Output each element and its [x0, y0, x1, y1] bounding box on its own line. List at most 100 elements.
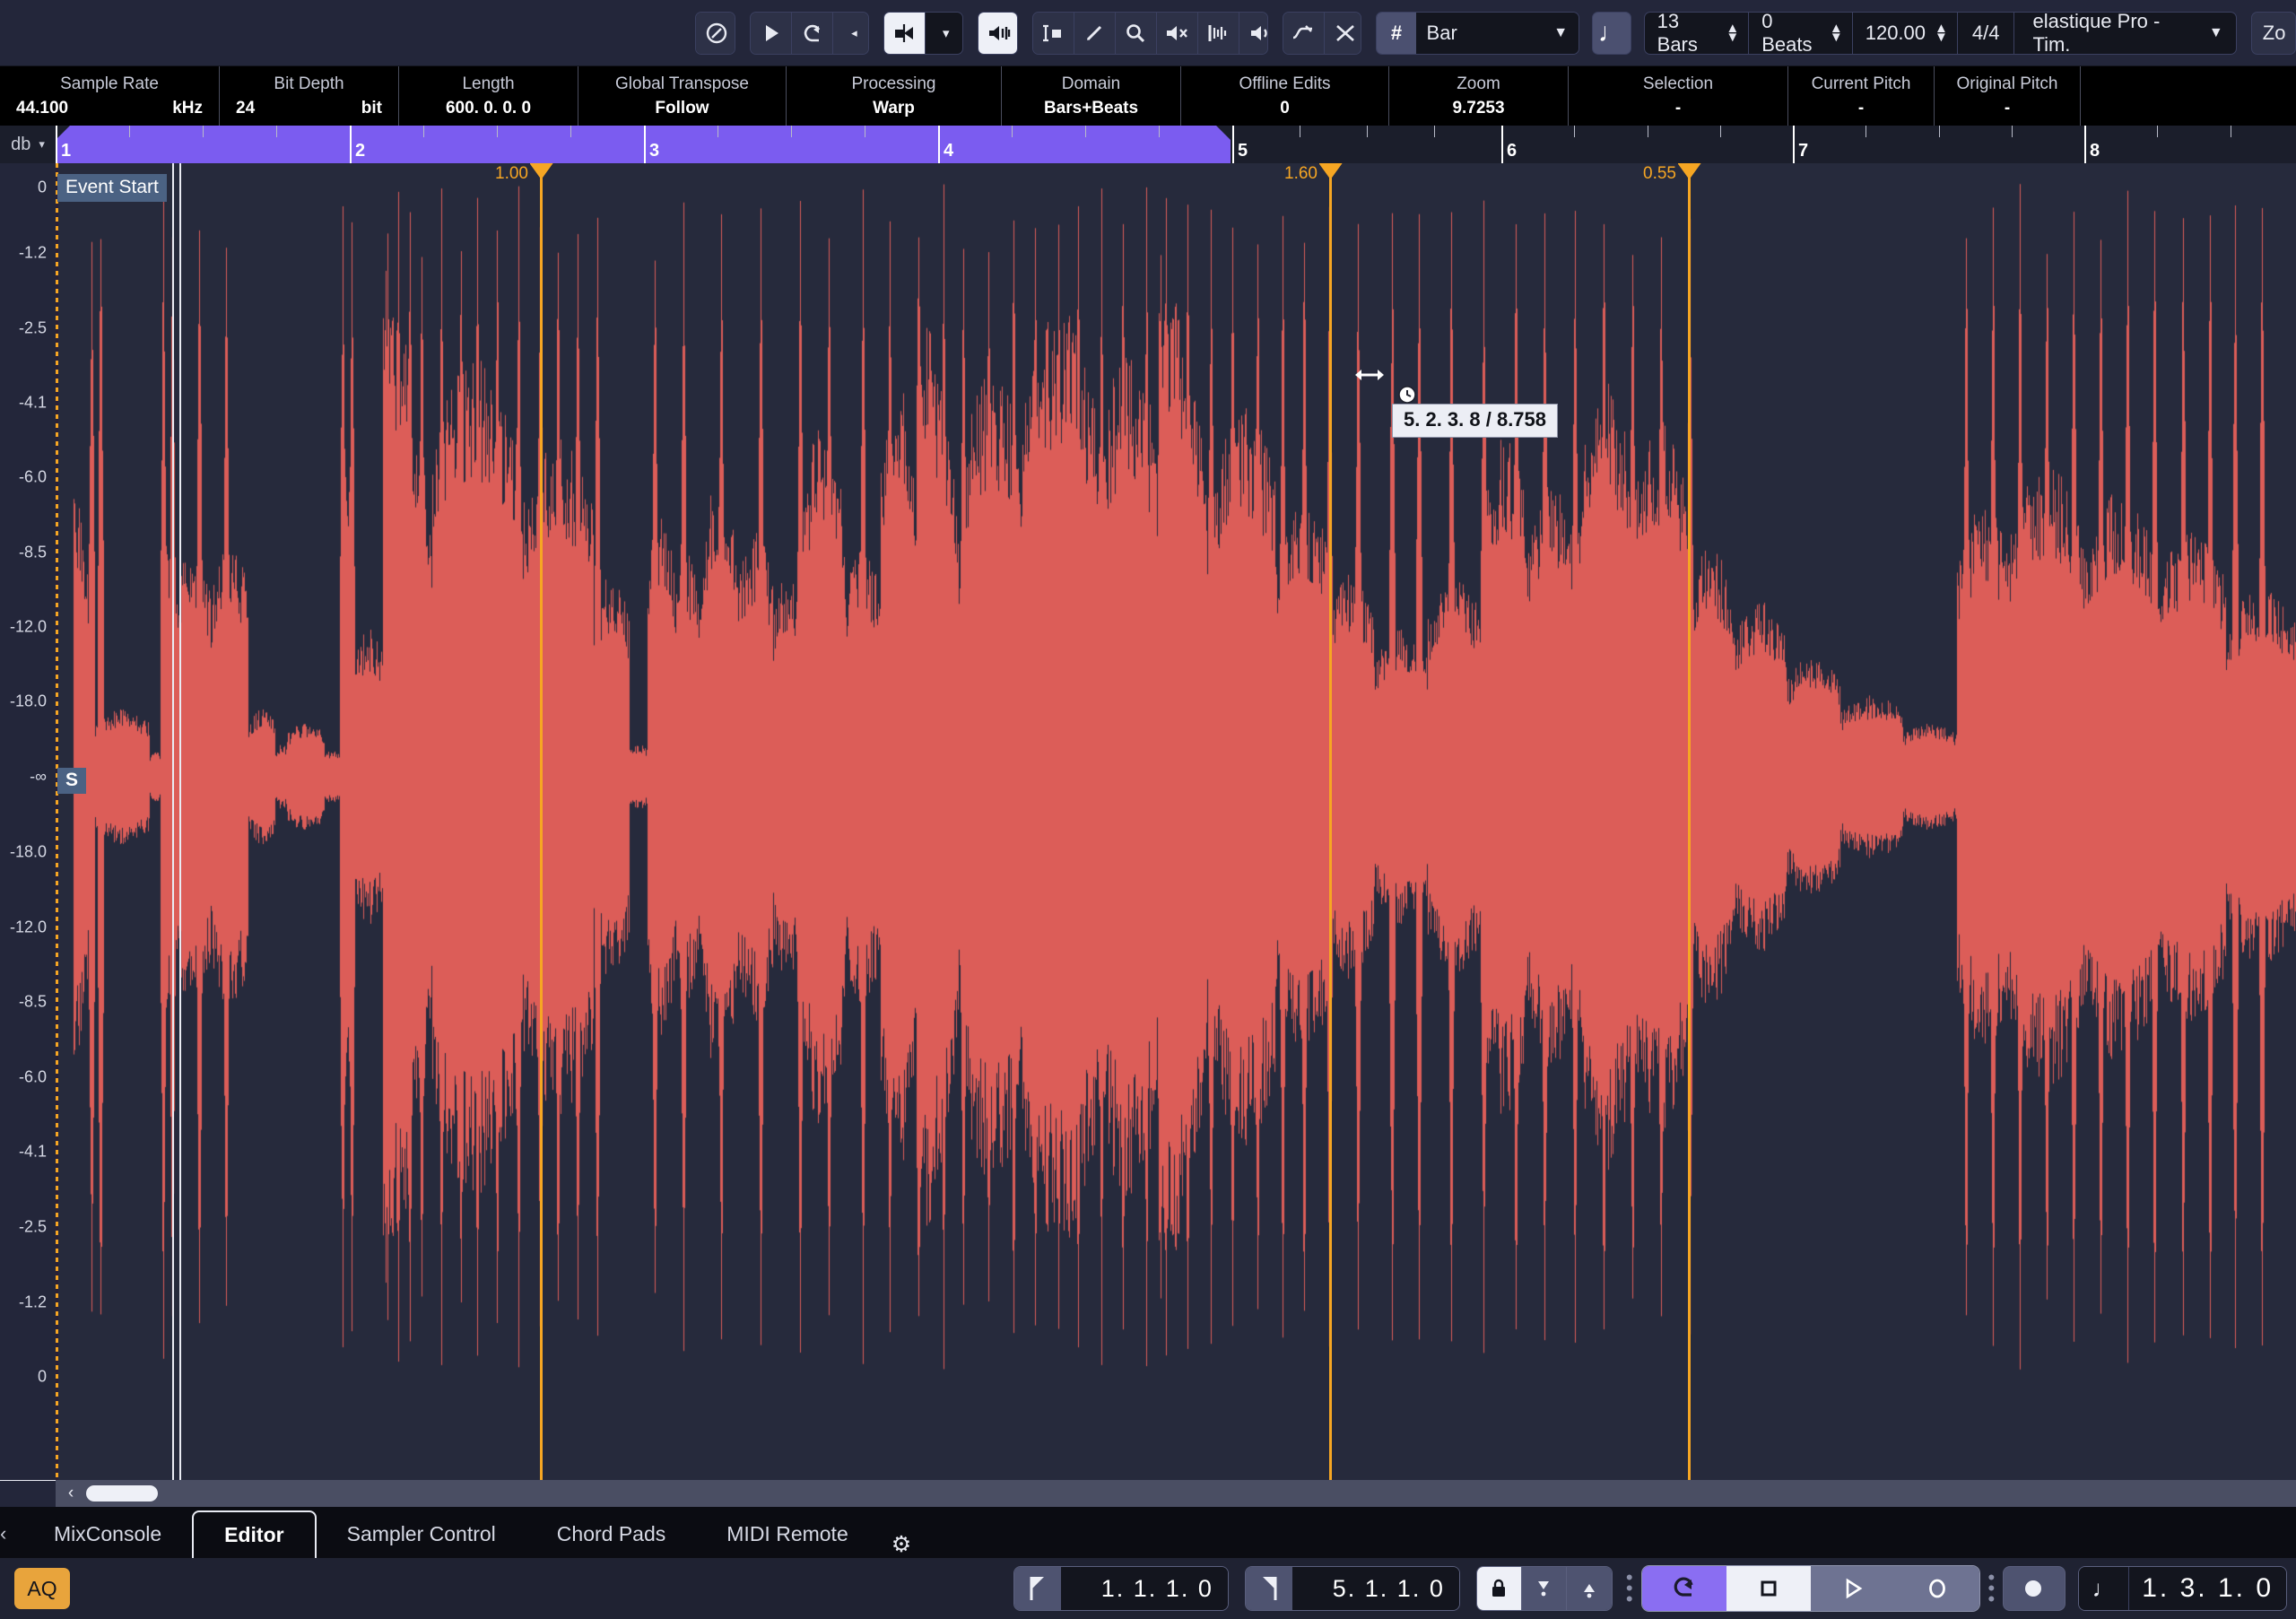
tempo-stepper[interactable]: ▲ ▼: [1935, 22, 1948, 44]
transport-drag-handle-right[interactable]: • • •: [1980, 1567, 2004, 1608]
horizontal-scrollbar[interactable]: ‹: [56, 1480, 2296, 1507]
tempo-field[interactable]: 120.00 ▲ ▼: [1851, 11, 1957, 55]
info-cell-label: Zoom: [1457, 74, 1500, 93]
record-button[interactable]: [1894, 1566, 1979, 1611]
scrollbar-thumb[interactable]: [86, 1485, 158, 1501]
info-cell-processing[interactable]: Processing Warp: [787, 66, 1002, 126]
beats-stepper[interactable]: ▲ ▼: [1830, 22, 1843, 44]
tab-midi-remote[interactable]: MIDI Remote: [696, 1510, 878, 1558]
quantize-note-button[interactable]: ♩: [1592, 11, 1631, 55]
zoom-section-button[interactable]: Zo: [2250, 11, 2296, 55]
info-cell-value: Follow: [655, 98, 709, 118]
mute-tool-icon[interactable]: [1156, 12, 1198, 54]
right-locator-value[interactable]: 5. 1. 1. 0: [1292, 1567, 1459, 1610]
tabbar-chevron-icon[interactable]: ‹: [0, 1522, 23, 1558]
range-tool-icon[interactable]: [1032, 12, 1074, 54]
gear-icon[interactable]: ⚙: [879, 1531, 931, 1558]
warp-tool-icon[interactable]: [1197, 12, 1239, 54]
event-start-line[interactable]: [56, 163, 58, 1480]
cycle-button[interactable]: [1641, 1566, 1726, 1611]
warp-algorithm-selector[interactable]: elastique Pro - Tim. ▼: [2013, 10, 2237, 56]
move-tool-button[interactable]: [883, 12, 926, 54]
info-cell-bit-depth[interactable]: Bit Depth 24 bit: [220, 66, 399, 126]
tab-mixconsole[interactable]: MixConsole: [23, 1510, 192, 1558]
grid-value-box[interactable]: Bar ▼: [1415, 12, 1579, 54]
info-cell-zoom[interactable]: Zoom 9.7253: [1389, 66, 1569, 126]
grid-type-selector[interactable]: # Bar ▼: [1376, 11, 1580, 55]
ruler-zone: db ▾ 1 2 3 4 5 6 7 8: [0, 126, 2296, 163]
metronome-icon[interactable]: [2003, 1566, 2066, 1611]
ruler-bar-number: 4: [944, 141, 954, 161]
warp-marker-line[interactable]: [1329, 163, 1332, 1480]
db-scale-tick: -8.5: [18, 543, 47, 561]
bars-field[interactable]: 13 Bars ▲ ▼: [1643, 10, 1749, 56]
info-cell-length[interactable]: Length 600. 0. 0. 0: [399, 66, 578, 126]
left-locator-value[interactable]: 1. 1. 1. 0: [1060, 1567, 1228, 1610]
move-tool-group: ▾: [883, 11, 963, 55]
db-scale[interactable]: 0 -1.2 -2.5 -4.1 -6.0 -8.5 -12.0 -18.0 -∞ -18.0 -1…: [0, 163, 56, 1480]
beats-field[interactable]: 0 Beats ▲ ▼: [1748, 9, 1852, 56]
event-start-marker[interactable]: Event Start: [57, 174, 167, 202]
info-cell-selection[interactable]: Selection -: [1569, 66, 1788, 126]
draw-tool-icon[interactable]: [1074, 12, 1116, 54]
beats-value: 0 Beats: [1761, 9, 1813, 56]
chevron-down-icon: ▼: [2208, 24, 2223, 40]
warp-marker-line[interactable]: [540, 163, 543, 1480]
ruler-beat-tick: [129, 126, 130, 137]
transport-drag-handle-left[interactable]: • • •: [1618, 1567, 1641, 1608]
audio-region-bar[interactable]: [56, 126, 1231, 163]
info-cell-value: 600. 0. 0. 0: [445, 98, 532, 118]
time-signature-value: 4/4: [1971, 21, 2000, 44]
info-cell-global-transpose[interactable]: Global Transpose Follow: [578, 66, 787, 126]
punch-in-icon[interactable]: [1521, 1567, 1567, 1610]
snap-point-badge[interactable]: S: [57, 768, 87, 794]
ruler-beat-tick: [276, 126, 277, 137]
play-icon[interactable]: [751, 12, 793, 54]
ruler-beat-tick: [1159, 126, 1160, 137]
audition-volume-caret[interactable]: ◂: [833, 12, 868, 54]
lock-icon[interactable]: [1476, 1567, 1522, 1610]
right-locator-group[interactable]: 5. 1. 1. 0: [1244, 1566, 1460, 1611]
tempo-value: 120.00: [1865, 21, 1926, 44]
snap-zero-crossing-icon[interactable]: [1283, 12, 1325, 54]
note-icon[interactable]: ♩: [2079, 1567, 2130, 1610]
tab-sampler-control[interactable]: Sampler Control: [317, 1510, 526, 1558]
region-boundary-line[interactable]: [172, 163, 174, 1480]
tab-chord-pads[interactable]: Chord Pads: [526, 1510, 696, 1558]
primary-time-display[interactable]: 1. 3. 1. 0: [2129, 1567, 2286, 1610]
info-cell-number: 24: [236, 98, 256, 118]
ruler-beat-tick: [570, 126, 571, 137]
ruler-beat-tick: [1719, 126, 1721, 137]
primary-time-display-group[interactable]: ♩ 1. 3. 1. 0: [2078, 1566, 2287, 1611]
punch-out-icon[interactable]: [1566, 1567, 1612, 1610]
tab-editor[interactable]: Editor: [192, 1510, 317, 1558]
db-scale-header[interactable]: db ▾: [0, 126, 56, 163]
waveform-canvas[interactable]: Event Start S 1.00 1.60 0.55 5. 2. 3. 8 / 8…: [56, 163, 2296, 1480]
timeline-ruler[interactable]: 1 2 3 4 5 6 7 8: [56, 126, 2296, 163]
left-locator-group[interactable]: 1. 1. 1. 0: [1013, 1566, 1229, 1611]
audition-speaker-icon[interactable]: [978, 12, 1017, 54]
warp-marker-line[interactable]: [1688, 163, 1691, 1480]
auto-quantize-button[interactable]: AQ: [14, 1568, 70, 1609]
stop-button[interactable]: [1726, 1566, 1811, 1611]
bars-stepper[interactable]: ▲ ▼: [1726, 22, 1739, 44]
crossfade-icon[interactable]: [1324, 12, 1361, 54]
play-button[interactable]: [1810, 1566, 1895, 1611]
play-tool-icon[interactable]: [1239, 12, 1267, 54]
zoom-tool-icon[interactable]: [1115, 12, 1157, 54]
ruler-beat-tick: [1367, 126, 1368, 137]
info-cell-sample-rate[interactable]: Sample Rate 44.100 kHz: [0, 66, 220, 126]
info-cell-value: -: [1674, 98, 1682, 118]
solo-button[interactable]: [696, 12, 735, 54]
move-tool-dropdown[interactable]: ▾: [925, 12, 962, 54]
scroll-left-arrow[interactable]: ‹: [56, 1484, 86, 1503]
region-boundary-line[interactable]: [179, 163, 181, 1480]
tool-palette-group: [1031, 11, 1268, 55]
info-cell-original-pitch[interactable]: Original Pitch -: [1935, 66, 2081, 126]
audition-loop-icon[interactable]: [792, 12, 834, 54]
info-cell-domain[interactable]: Domain Bars+Beats: [1002, 66, 1181, 126]
info-cell-current-pitch[interactable]: Current Pitch -: [1788, 66, 1935, 126]
info-cell-unit: bit: [361, 98, 382, 118]
info-cell-offline-edits[interactable]: Offline Edits 0: [1181, 66, 1389, 126]
time-signature-field[interactable]: 4/4: [1956, 11, 2014, 55]
